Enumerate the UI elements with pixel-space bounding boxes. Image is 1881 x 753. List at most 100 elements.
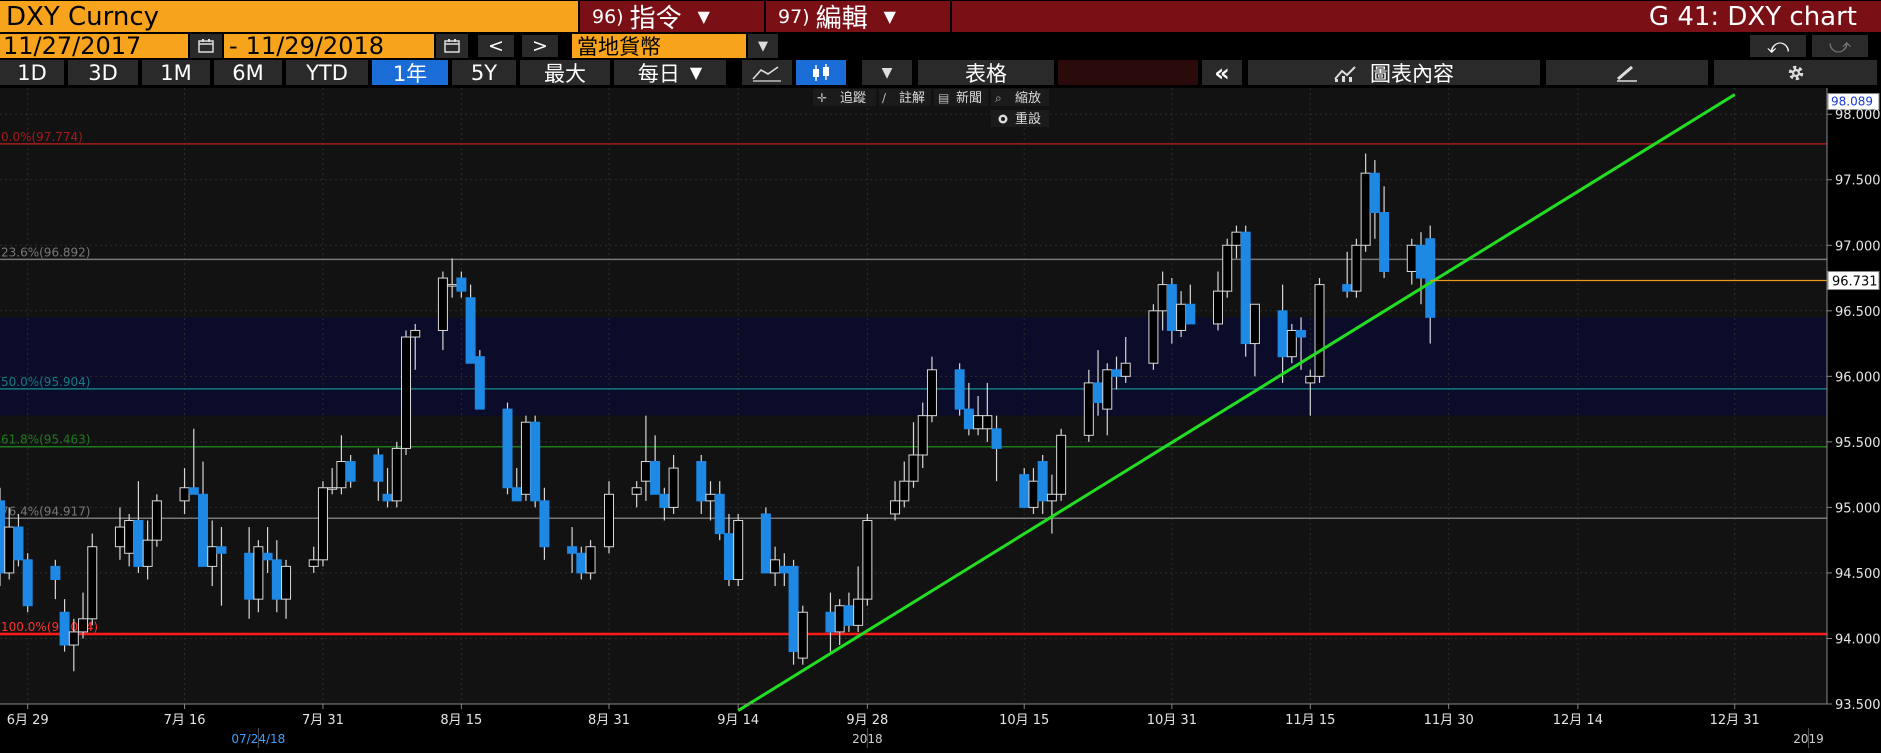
frequency-label: 每日	[637, 61, 680, 86]
chart-content-button[interactable]: 圖表內容	[1248, 60, 1540, 86]
period-5y[interactable]: 5Y	[452, 60, 516, 85]
period-6m[interactable]: 6M	[214, 60, 282, 85]
candlestick-chart-icon[interactable]	[796, 60, 846, 85]
security-field[interactable]: DXY Curncy	[0, 1, 578, 32]
next-period-button[interactable]: >	[522, 35, 558, 57]
zoom-button[interactable]: ⌕ 縮放	[991, 89, 1049, 106]
news-icon: ▤	[938, 91, 949, 105]
candle-body	[474, 356, 485, 410]
start-date-field[interactable]: 11/27/2017	[0, 32, 188, 60]
toolbar-empty-slot	[1058, 60, 1198, 85]
candle-body	[1056, 434, 1067, 495]
candle-body	[520, 421, 531, 495]
candle-body	[982, 415, 993, 430]
calendar-icon[interactable]	[436, 34, 468, 58]
candle-body	[825, 611, 836, 633]
line-chart-icon[interactable]	[742, 60, 792, 85]
candle-body	[954, 369, 965, 410]
currency-select[interactable]: 當地貨幣	[572, 34, 746, 59]
candle-body	[1379, 212, 1390, 272]
table-button[interactable]: 表格	[918, 60, 1054, 86]
candle-body	[465, 297, 476, 364]
candle-body	[133, 520, 144, 567]
currency-text: 當地貨幣	[577, 35, 661, 59]
candle	[862, 513, 873, 606]
undo-icon: ⤺	[1766, 33, 1790, 58]
currency-dropdown-button[interactable]: ▼	[748, 34, 778, 58]
candle-body	[631, 487, 642, 495]
retracement-label: 76.4%(94.917)	[1, 504, 90, 518]
candle	[391, 441, 402, 508]
x-tick-label: 9月 28	[846, 713, 888, 728]
candle-body	[1277, 310, 1288, 358]
reset-button[interactable]: 重設	[991, 110, 1049, 127]
crosshair-icon: ✛	[817, 91, 827, 105]
candle	[502, 402, 513, 495]
cmd96-label: 指令	[629, 4, 682, 34]
candle-body	[511, 487, 522, 502]
candle-body	[530, 421, 541, 502]
candle-body	[1249, 303, 1260, 345]
window-title: G 41: DXY chart	[1648, 1, 1857, 32]
candle	[520, 415, 531, 501]
candle-body	[705, 493, 716, 502]
candle-body	[604, 493, 614, 548]
prev-period-button[interactable]: <	[478, 35, 514, 57]
candle-body	[788, 565, 799, 653]
period-1m[interactable]: 1M	[142, 60, 210, 85]
candle-body	[1176, 303, 1187, 331]
candle	[401, 330, 411, 455]
edit-pen-icon[interactable]	[1546, 60, 1708, 85]
redo-button[interactable]: ⤻	[1812, 34, 1868, 58]
period-1d[interactable]: 1D	[0, 60, 64, 85]
period-label: YTD	[306, 60, 348, 85]
period-3d[interactable]: 3D	[68, 60, 138, 85]
candle-body	[714, 493, 725, 535]
candle-body	[401, 336, 411, 449]
candle	[1240, 225, 1251, 357]
candle-body	[1120, 362, 1131, 377]
y-tick-label: 94.000	[1835, 632, 1881, 647]
candle-body	[1019, 474, 1030, 508]
retracement-label: 61.8%(95.463)	[1, 433, 90, 447]
candle-body	[1425, 238, 1436, 318]
command-menu-96[interactable]: 96) 指令 ▼	[580, 1, 764, 34]
gear-icon[interactable]	[1714, 60, 1877, 85]
undo-button[interactable]: ⤺	[1750, 33, 1806, 58]
period-1y[interactable]: 1年	[372, 60, 448, 86]
x-tick-label: 7月 16	[164, 713, 206, 728]
period-max[interactable]: 最大	[520, 60, 610, 86]
candle	[760, 507, 771, 574]
period-label: 1M	[160, 60, 192, 85]
period-ytd[interactable]: YTD	[286, 60, 368, 85]
candle-body	[696, 461, 707, 502]
chart-type-dropdown[interactable]: ▼	[862, 60, 912, 85]
end-date-field[interactable]: - 11/29/2018	[224, 32, 434, 60]
candle-body	[926, 369, 937, 417]
security-text: DXY Curncy	[6, 1, 160, 32]
frequency-select[interactable]: 每日 ▼	[614, 60, 726, 86]
candle-body	[50, 565, 61, 580]
candle-body	[1286, 329, 1297, 358]
calendar-icon[interactable]	[190, 34, 222, 58]
annotate-button[interactable]: ∕ 註解	[879, 89, 931, 106]
price-chart[interactable]: 0.0%(97.774) 23.6%(96.892) 50.0%(95.904) 61…	[0, 88, 1881, 749]
track-button[interactable]: ✛ 追蹤	[813, 89, 876, 106]
collapse-panel-button[interactable]: «	[1202, 59, 1242, 87]
x-tick-label: 8月 31	[588, 713, 630, 728]
retracement-label: 0.0%(97.774)	[1, 130, 83, 144]
candle-body	[733, 520, 744, 580]
chevron-down-icon: ▼	[689, 63, 703, 82]
candle-body	[1240, 231, 1251, 345]
command-menu-97[interactable]: 97) 編輯 ▼	[766, 1, 950, 34]
chart-area[interactable]: 0.0%(97.774) 23.6%(96.892) 50.0%(95.904) 61…	[0, 88, 1881, 749]
period-label: 最大	[544, 61, 586, 86]
candle-body	[502, 408, 513, 489]
chevron-down-icon: ▼	[758, 38, 768, 54]
news-button[interactable]: ▤ 新聞	[934, 89, 988, 106]
x-tick-label: 6月 29	[7, 713, 49, 728]
candle-body	[447, 284, 458, 287]
candle	[0, 487, 5, 587]
candle-body	[0, 500, 5, 574]
candle-body	[244, 552, 255, 600]
